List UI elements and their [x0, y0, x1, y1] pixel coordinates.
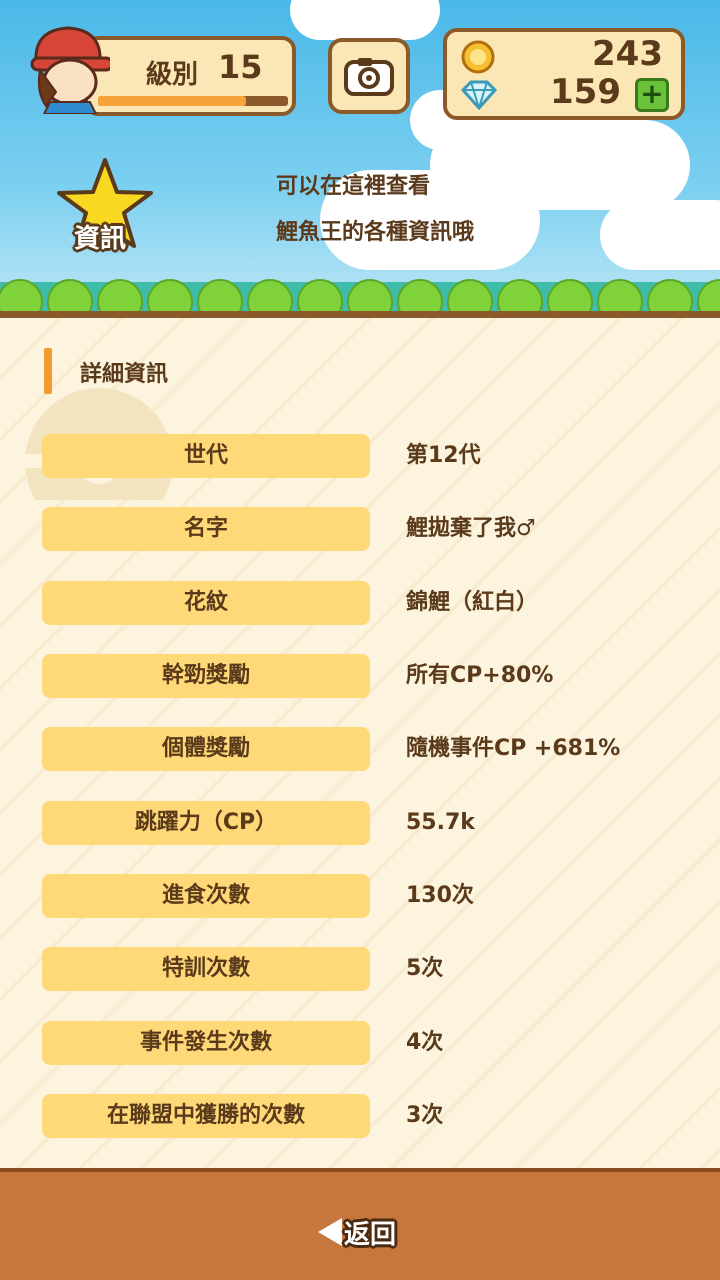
ground-line	[0, 311, 720, 318]
info-row-label: 跳躍力（CP）	[42, 801, 370, 845]
level-panel: 級別 15	[84, 36, 296, 116]
details-panel: 詳細資訊 世代 第12代 名字 鯉拋棄了我♂ 花紋 錦鯉（紅白） 幹勁獎勵 所有…	[0, 318, 720, 1168]
info-row: 跳躍力（CP） 55.7k	[42, 801, 702, 845]
info-row-label: 幹勁獎勵	[42, 654, 370, 698]
section-accent-bar	[44, 348, 52, 394]
cloud	[290, 0, 440, 40]
info-row-label: 世代	[42, 434, 370, 478]
currency-panel: 243 159 +	[443, 28, 685, 120]
info-row: 事件發生次數 4次	[42, 1021, 702, 1065]
info-row-value: 第12代	[406, 443, 481, 468]
level-value: 15	[218, 48, 263, 86]
camera-button[interactable]	[328, 38, 410, 114]
info-row-value: 55.7k	[406, 810, 475, 835]
footer-bar: 返回	[0, 1168, 720, 1280]
diamond-icon	[460, 80, 498, 110]
info-row-value: 所有CP+80%	[406, 663, 554, 688]
info-row-value: 隨機事件CP +681%	[406, 736, 621, 761]
back-button-label: 返回	[344, 1219, 397, 1250]
back-arrow-icon	[318, 1218, 342, 1246]
level-progress-bar	[98, 96, 288, 106]
info-row: 幹勁獎勵 所有CP+80%	[42, 654, 702, 698]
info-row: 世代 第12代	[42, 434, 702, 478]
add-diamonds-button[interactable]: +	[635, 78, 669, 112]
info-row-label: 名字	[42, 507, 370, 551]
info-row-label: 事件發生次數	[42, 1021, 370, 1065]
info-row-label: 進食次數	[42, 874, 370, 918]
level-label: 級別	[146, 60, 199, 90]
info-row-value: 鯉拋棄了我♂	[406, 516, 536, 541]
info-row-label: 個體獎勵	[42, 727, 370, 771]
info-row-label: 特訓次數	[42, 947, 370, 991]
trainer-avatar[interactable]	[26, 22, 110, 114]
info-row: 在聯盟中獲勝的次數 3次	[42, 1094, 702, 1138]
info-row: 特訓次數 5次	[42, 947, 702, 991]
info-row-value: 4次	[406, 1030, 444, 1055]
info-row-label: 花紋	[42, 581, 370, 625]
info-row: 花紋 錦鯉（紅白）	[42, 581, 702, 625]
info-row-value: 3次	[406, 1103, 444, 1128]
camera-icon	[344, 58, 394, 96]
level-progress-fill	[98, 96, 247, 106]
section-title: 詳細資訊	[80, 362, 169, 387]
hint-line-1: 可以在這裡查看	[276, 174, 431, 199]
info-badge-label: 資訊	[74, 224, 127, 254]
info-row: 名字 鯉拋棄了我♂	[42, 507, 702, 551]
info-row-value: 5次	[406, 956, 444, 981]
info-row-label: 在聯盟中獲勝的次數	[42, 1094, 370, 1138]
info-row: 個體獎勵 隨機事件CP +681%	[42, 727, 702, 771]
coin-icon	[461, 40, 495, 74]
hint-line-2: 鯉魚王的各種資訊哦	[276, 220, 475, 245]
diamond-count: 159	[550, 72, 621, 112]
info-row-value: 錦鯉（紅白）	[406, 590, 539, 615]
coin-count: 243	[592, 34, 663, 74]
info-row-value: 130次	[406, 883, 474, 908]
cloud	[600, 200, 720, 270]
info-row: 進食次數 130次	[42, 874, 702, 918]
back-button[interactable]: 返回	[318, 1212, 396, 1252]
